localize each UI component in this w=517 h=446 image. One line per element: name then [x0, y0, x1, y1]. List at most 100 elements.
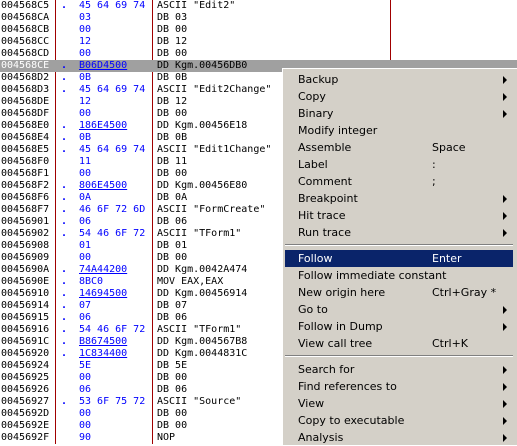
hex-cell: 74A44200: [79, 264, 128, 275]
menu-item-label: Copy to executable: [298, 414, 405, 427]
disasm-cell: DB 00: [157, 168, 188, 179]
address-cell: 004568E0: [1, 120, 49, 131]
address-cell: 00456901: [1, 216, 49, 227]
menu-item-run-trace[interactable]: Run trace: [285, 224, 513, 241]
disasm-cell: DB 00: [157, 408, 188, 419]
marker-cell: [61, 372, 67, 384]
disasm-cell: DB 01: [157, 240, 188, 251]
address-cell: 004568F1: [1, 168, 49, 179]
code-row[interactable]: 004568C5. 45 64 69 74 ASCII "Edit2": [0, 0, 517, 12]
menu-item-copy-to-executable[interactable]: Copy to executable: [285, 412, 513, 429]
hex-cell: 00: [79, 168, 92, 179]
menu-item-assemble[interactable]: Assemble Space: [285, 139, 513, 156]
hex-cell: 12: [79, 96, 92, 107]
hex-cell: 00: [79, 24, 92, 35]
marker-cell: .: [61, 120, 67, 131]
address-cell: 0045692E: [1, 420, 49, 431]
menu-item-view-call-tree[interactable]: View call tree Ctrl+K: [285, 335, 513, 352]
menu-item-search-for[interactable]: Search for: [285, 361, 513, 378]
address-cell: 00456914: [1, 300, 49, 311]
disasm-cell: DB 00: [157, 48, 188, 59]
menu-item-breakpoint[interactable]: Breakpoint: [285, 190, 513, 207]
code-row[interactable]: 004568CD 00 DB 00: [0, 48, 517, 60]
menu-item-comment[interactable]: Comment;: [285, 173, 513, 190]
menu-item-follow[interactable]: Follow Enter: [285, 250, 513, 267]
address-cell: 0045690A: [1, 264, 49, 275]
menu-item-label: Follow immediate constant: [298, 269, 447, 282]
address-cell: 004568DF: [1, 108, 49, 119]
address-cell: 004568F7: [1, 204, 49, 215]
address-cell: 004568E5: [1, 144, 49, 155]
hex-cell: 12: [79, 36, 92, 47]
code-row[interactable]: 004568CB 00 DB 00: [0, 24, 517, 36]
menu-item-backup[interactable]: Backup: [285, 71, 513, 88]
menu-item-hit-trace[interactable]: Hit trace: [285, 207, 513, 224]
context-menu: Backup Copy Binary Modify integer Assemb…: [282, 68, 517, 445]
menu-item-copy[interactable]: Copy: [285, 88, 513, 105]
disasm-cell: DD Kgm.00456E18: [157, 120, 248, 131]
menu-item-analysis[interactable]: Analysis: [285, 429, 513, 446]
menu-item-modify-integer[interactable]: Modify integer: [285, 122, 513, 139]
hex-cell: 03: [79, 12, 92, 23]
marker-cell: [61, 48, 67, 60]
menu-item-binary[interactable]: Binary: [285, 105, 513, 122]
hex-cell: 8BC0: [79, 276, 104, 287]
menu-item-follow-immediate-constant[interactable]: Follow immediate constant: [285, 267, 513, 284]
marker-cell: .: [61, 144, 67, 155]
menu-item-shortcut: Ctrl+Gray *: [432, 286, 497, 299]
marker-cell: [61, 432, 67, 444]
hex-cell: 806E4500: [79, 180, 128, 191]
hex-cell: 11: [79, 156, 92, 167]
menu-separator: [285, 244, 513, 246]
address-cell: 004568F0: [1, 156, 49, 167]
disasm-cell: DB 00: [157, 420, 188, 431]
submenu-arrow-icon: [503, 306, 507, 314]
marker-cell: [61, 156, 67, 168]
address-cell: 004568CB: [1, 24, 49, 35]
address-cell: 00456908: [1, 240, 49, 251]
address-cell: 00456924: [1, 360, 49, 371]
menu-item-label: New origin here: [298, 286, 386, 299]
marker-cell: .: [61, 348, 67, 359]
menu-item-label: Hit trace: [298, 209, 346, 222]
address-cell: 00456909: [1, 252, 49, 263]
disasm-cell: DB 11: [157, 156, 188, 167]
disasm-cell: ASCII "FormCreate": [157, 204, 266, 215]
menu-item-label: Backup: [298, 73, 339, 86]
address-cell: 004568C5: [1, 0, 49, 11]
marker-cell: [61, 252, 67, 264]
marker-cell: .: [61, 300, 67, 311]
hex-cell: 0B: [79, 72, 92, 83]
marker-cell: .: [61, 228, 67, 239]
hex-cell: 54 46 6F 72: [79, 228, 146, 239]
disasm-cell: DB 06: [157, 384, 188, 395]
hex-cell: 0A: [79, 192, 92, 203]
address-cell: 00456920: [1, 348, 49, 359]
submenu-arrow-icon: [503, 93, 507, 101]
menu-item-label: Follow in Dump: [298, 320, 383, 333]
menu-item-go-to[interactable]: Go to: [285, 301, 513, 318]
menu-item-label: Label: [298, 158, 328, 171]
menu-item-follow-in-dump[interactable]: Follow in Dump: [285, 318, 513, 335]
disasm-cell: DB 00: [157, 108, 188, 119]
menu-item-new-origin-here[interactable]: New origin here Ctrl+Gray *: [285, 284, 513, 301]
menu-item-label-entry[interactable]: Label:: [285, 156, 513, 173]
hex-cell: 53 6F 75 72: [79, 396, 146, 407]
address-cell: 0045692D: [1, 408, 49, 419]
code-row[interactable]: 004568CA 03 DB 03: [0, 12, 517, 24]
marker-cell: [61, 240, 67, 252]
disasm-cell: ASCII "TForm1": [157, 324, 242, 335]
menu-item-find-references-to[interactable]: Find references to: [285, 378, 513, 395]
disasm-cell: DD Kgm.0044831C: [157, 348, 248, 359]
submenu-arrow-icon: [503, 195, 507, 203]
disasm-cell: DB 00: [157, 24, 188, 35]
address-cell: 004568CC: [1, 36, 49, 47]
disasm-cell: DB 12: [157, 36, 188, 47]
menu-item-view[interactable]: View: [285, 395, 513, 412]
hex-cell: 45 64 69 74: [79, 84, 146, 95]
code-row[interactable]: 004568CC 12 DB 12: [0, 36, 517, 48]
disasm-cell: DB 12: [157, 96, 188, 107]
address-cell: 00456915: [1, 312, 49, 323]
menu-item-label: Follow: [298, 252, 333, 265]
hex-cell: 90: [79, 432, 92, 443]
